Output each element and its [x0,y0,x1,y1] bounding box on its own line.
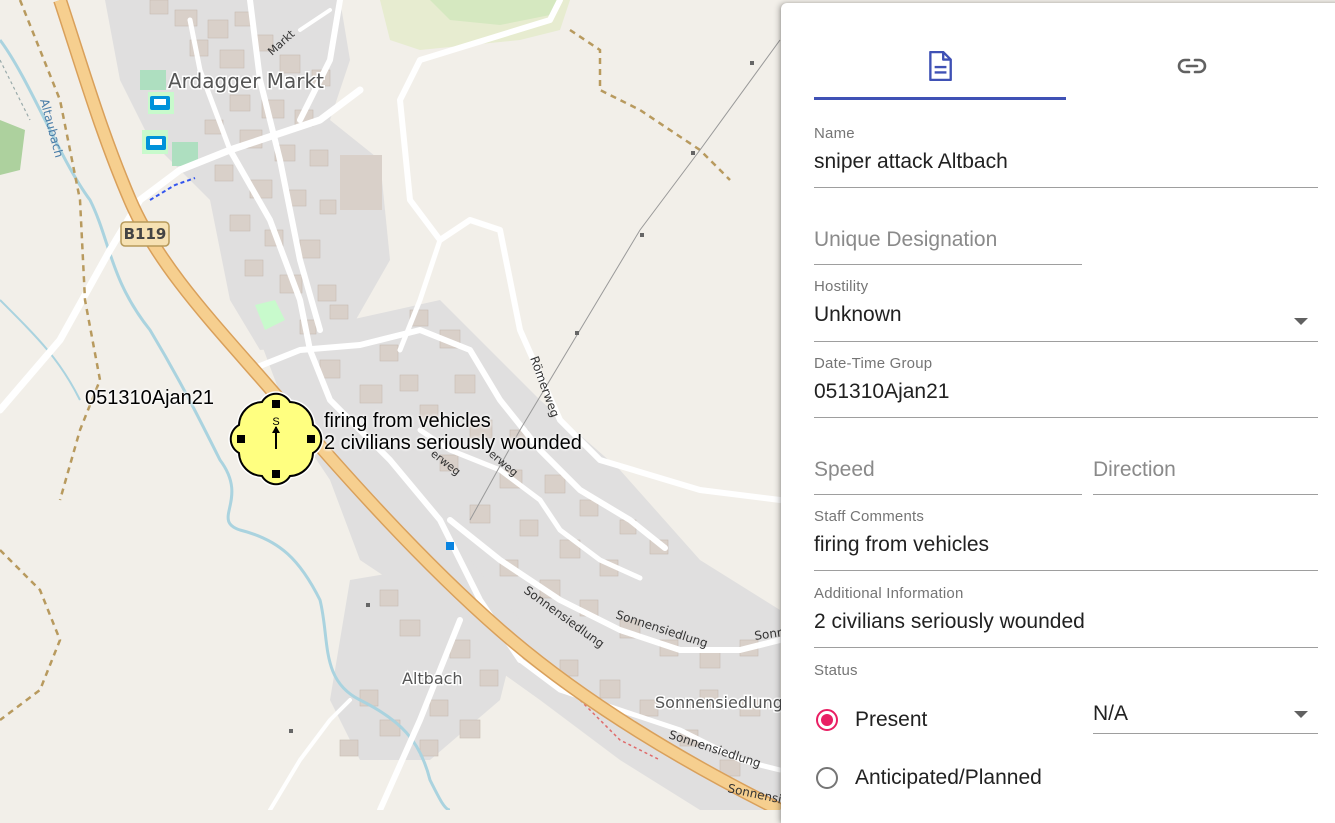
additional-information-input[interactable] [814,610,1318,634]
road-shield-b119: B119 [120,221,170,247]
place-label-sonnensiedlung: Sonnensiedlung [655,693,783,712]
hostility-select[interactable]: Unknown [814,303,1318,327]
active-tab-indicator [814,97,1066,100]
link-icon [1177,58,1207,74]
unique-designation-field [814,228,1082,265]
name-label: Name [814,125,855,142]
svg-text:B119: B119 [124,225,167,243]
status-radio-present[interactable]: Present [816,708,927,732]
hostility-label: Hostility [814,278,869,295]
hostility-field[interactable]: Hostility Unknown [814,278,1318,342]
name-field: Name [814,125,1318,188]
symbol-dtg-label: 051310Ajan21 [85,387,215,409]
direction-field [1093,458,1318,495]
properties-panel: Name Hostility Unknown Date-Time Group S… [781,3,1335,823]
dropdown-arrow-icon [1294,711,1308,718]
status-radio-anticipated[interactable]: Anticipated/Planned [816,766,1042,790]
direction-input[interactable] [1093,458,1318,482]
speed-field [814,458,1082,495]
radio-checked-icon [816,709,838,731]
sniper-event-symbol[interactable]: S [228,391,324,487]
dropdown-arrow-icon [1294,318,1308,325]
staff-comments-label: Staff Comments [814,508,925,525]
status-option-label: Anticipated/Planned [855,766,1042,789]
caravan-site-icon [150,96,170,110]
status-option-label: Present [855,708,928,731]
document-icon [929,51,952,81]
tab-general[interactable] [814,31,1066,101]
name-input[interactable] [814,150,1318,174]
status-modifier-select[interactable]: N/A [1093,702,1318,734]
tab-links[interactable] [1066,31,1318,101]
unique-designation-input[interactable] [814,228,1082,252]
dtg-input[interactable] [814,380,1318,404]
symbol-additional-info-label: 2 civilians seriously wounded [324,432,582,454]
additional-information-label: Additional Information [814,585,964,602]
staff-comments-input[interactable] [814,533,1318,557]
place-label-ardagger-markt: Ardagger Markt [168,69,324,93]
speed-input[interactable] [814,458,1082,482]
additional-information-field: Additional Information [814,585,1318,648]
symbol-staff-comments-label: firing from vehicles [324,410,491,432]
dtg-label: Date-Time Group [814,355,933,372]
status-label: Status [814,662,858,679]
staff-comments-field: Staff Comments [814,508,1318,571]
caravan-site-icon [146,136,166,150]
place-label-altbach: Altbach [402,669,463,688]
status-modifier-value: N/A [1093,702,1129,725]
dtg-field: Date-Time Group [814,355,1318,418]
radio-unchecked-icon [816,767,838,789]
